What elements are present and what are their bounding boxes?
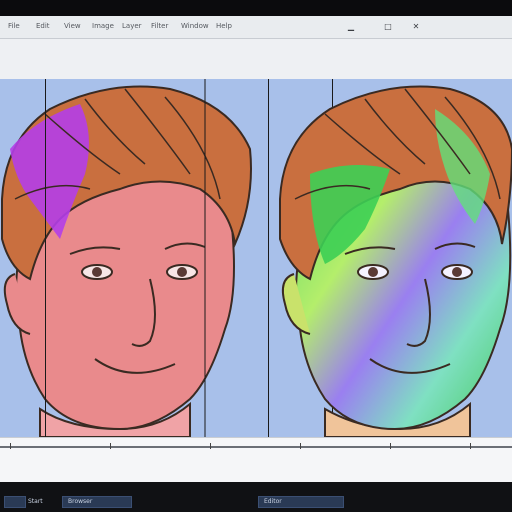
left-face-panel <box>0 79 255 437</box>
left-pupil <box>92 267 102 277</box>
timeline-tick <box>210 443 211 449</box>
close-icon[interactable]: ✕ <box>411 22 421 31</box>
timeline-bar[interactable] <box>0 446 512 448</box>
menu-edit[interactable]: Edit <box>36 22 60 31</box>
right-face-panel <box>270 79 512 437</box>
menu-window[interactable]: Window <box>181 22 213 31</box>
timeline-tick <box>470 443 471 449</box>
application-window: File Edit View Image Layer Filter Window… <box>0 16 512 482</box>
menu-image[interactable]: Image <box>92 22 118 31</box>
right-panel-left-pupil <box>368 267 378 277</box>
taskbar-browser-label: Browser <box>68 498 93 505</box>
menu-help[interactable]: Help <box>216 22 240 31</box>
timeline-tick <box>390 443 391 449</box>
right-face-drawing <box>279 85 512 437</box>
menu-file[interactable]: File <box>8 22 32 31</box>
start-icon[interactable] <box>4 496 26 508</box>
status-bar <box>0 437 512 482</box>
maximize-icon[interactable]: □ <box>383 22 393 31</box>
timeline-tick <box>110 443 111 449</box>
taskbar-editor-label: Editor <box>264 498 282 505</box>
left-face-drawing <box>1 79 252 437</box>
menu-view[interactable]: View <box>64 22 88 31</box>
minimize-icon[interactable]: ▁ <box>346 22 356 31</box>
right-panel-right-pupil <box>452 267 462 277</box>
document-canvas[interactable] <box>0 79 512 437</box>
menu-bar: File Edit View Image Layer Filter Window… <box>0 16 512 39</box>
timeline-tick <box>300 443 301 449</box>
menu-filter[interactable]: Filter <box>151 22 177 31</box>
guide-line-2 <box>268 79 269 437</box>
menu-layer[interactable]: Layer <box>122 22 148 31</box>
toolbar-area <box>0 39 512 79</box>
taskbar: Start Browser Editor <box>0 482 512 512</box>
guide-line-1 <box>45 79 46 437</box>
timeline-tick <box>10 443 11 449</box>
right-pupil <box>177 267 187 277</box>
